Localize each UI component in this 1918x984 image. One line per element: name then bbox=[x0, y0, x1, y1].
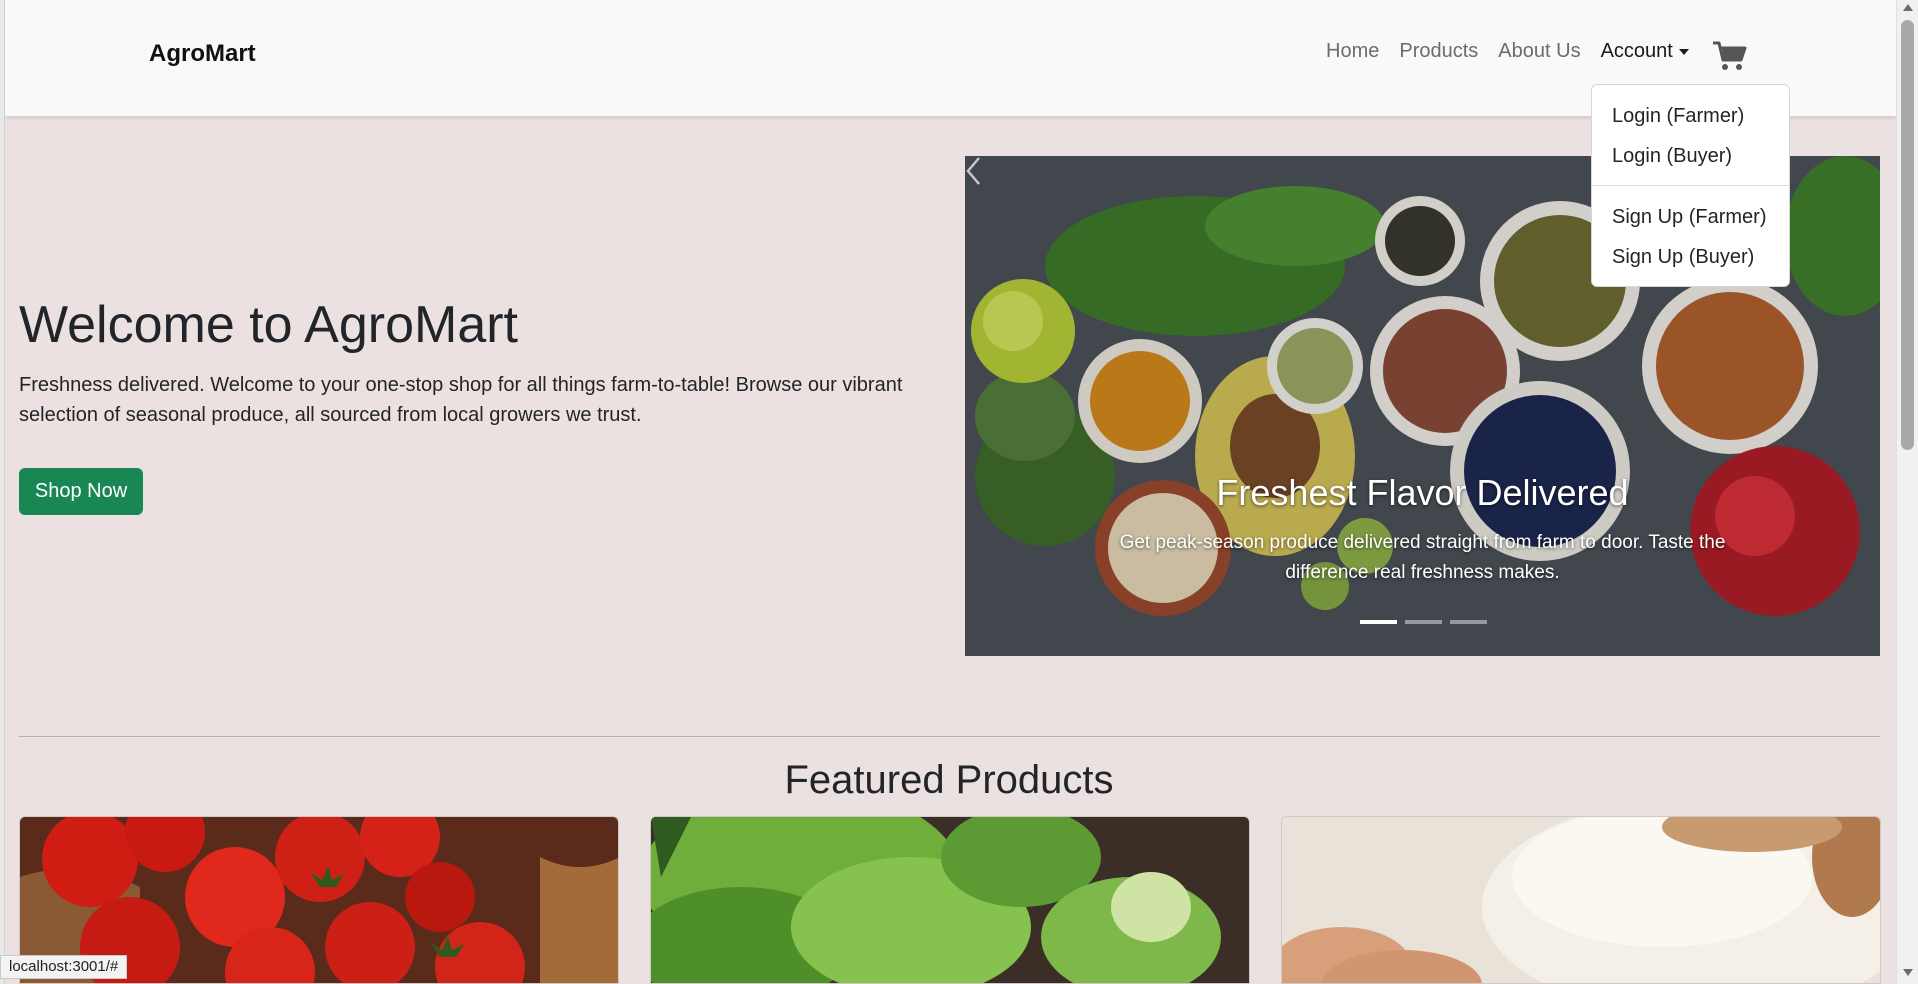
hero-title: Welcome to AgroMart bbox=[19, 296, 519, 354]
carousel-indicator[interactable] bbox=[1450, 620, 1487, 624]
lettuce-image bbox=[651, 817, 1249, 983]
cart-icon[interactable] bbox=[1712, 40, 1748, 72]
account-dropdown-menu: Login (Farmer) Login (Buyer) Sign Up (Fa… bbox=[1591, 84, 1790, 287]
menu-item-login-farmer[interactable]: Login (Farmer) bbox=[1612, 105, 1744, 128]
product-card-rice[interactable] bbox=[1281, 816, 1881, 984]
rice-image bbox=[1282, 817, 1880, 983]
carousel-caption-text: Get peak-season produce delivered straig… bbox=[1119, 532, 1726, 583]
brand-logo[interactable]: AgroMart bbox=[149, 40, 256, 68]
nav-dropdown-account[interactable]: Account bbox=[1601, 40, 1689, 63]
window-frame-left bbox=[0, 0, 5, 984]
nav-links: Home Products About Us Account bbox=[1326, 40, 1689, 63]
carousel-caption-title: Freshest Flavor Delivered bbox=[1216, 472, 1629, 513]
chevron-left-icon[interactable] bbox=[965, 156, 981, 186]
product-card-lettuce[interactable] bbox=[650, 816, 1250, 984]
nav-link-products[interactable]: Products bbox=[1399, 40, 1478, 63]
shop-now-button[interactable]: Shop Now bbox=[19, 468, 143, 515]
nav-link-home[interactable]: Home bbox=[1326, 40, 1379, 63]
section-divider bbox=[19, 736, 1880, 737]
scroll-down-icon[interactable] bbox=[1903, 969, 1913, 976]
nav-link-about-us[interactable]: About Us bbox=[1498, 40, 1580, 63]
carousel-indicator[interactable] bbox=[1360, 620, 1397, 624]
dropdown-divider bbox=[1592, 185, 1789, 186]
nav-account-label: Account bbox=[1600, 40, 1673, 62]
menu-item-signup-farmer[interactable]: Sign Up (Farmer) bbox=[1612, 206, 1766, 229]
scrollbar-thumb[interactable] bbox=[1901, 20, 1914, 450]
featured-products-title: Featured Products bbox=[784, 758, 1114, 802]
caret-down-icon bbox=[1678, 48, 1689, 55]
carousel-indicators bbox=[1360, 620, 1487, 624]
hero-description: Freshness delivered. Welcome to your one… bbox=[19, 374, 903, 426]
menu-item-signup-buyer[interactable]: Sign Up (Buyer) bbox=[1612, 246, 1754, 269]
status-bar-url: localhost:3001/# bbox=[0, 955, 128, 979]
carousel-indicator[interactable] bbox=[1405, 620, 1442, 624]
page-scrollbar[interactable] bbox=[1896, 0, 1918, 984]
scroll-up-icon[interactable] bbox=[1903, 4, 1913, 11]
menu-item-login-buyer[interactable]: Login (Buyer) bbox=[1612, 145, 1732, 168]
